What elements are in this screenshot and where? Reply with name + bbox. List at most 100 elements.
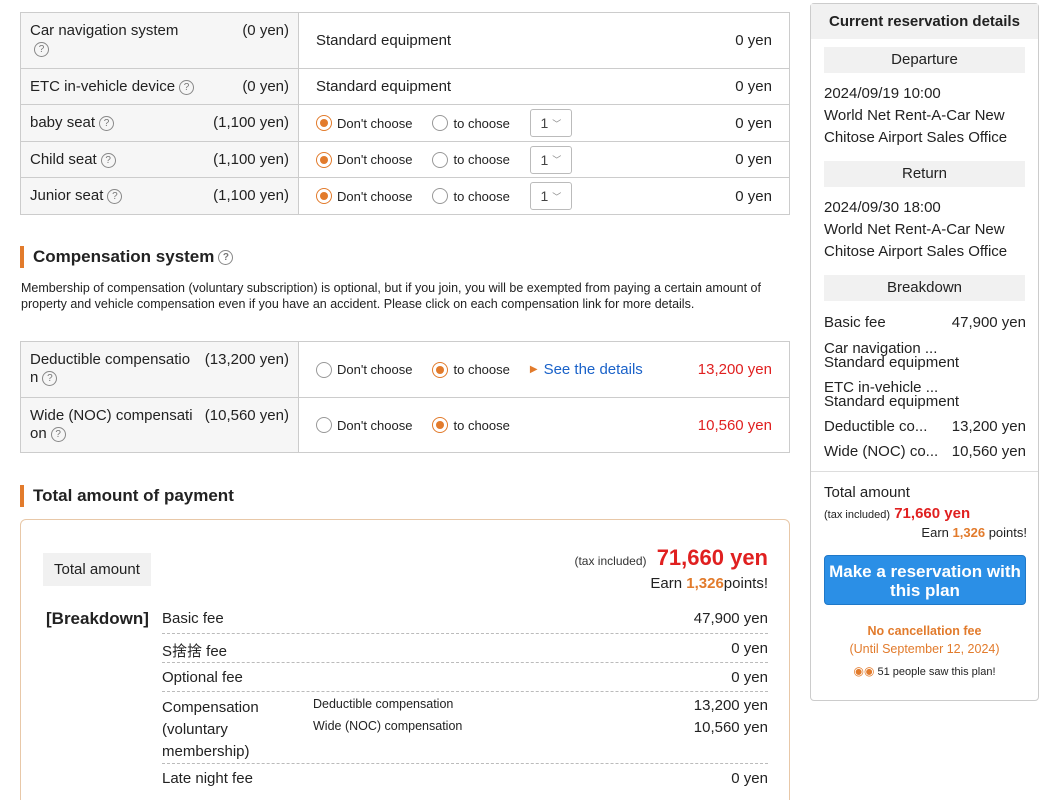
help-icon[interactable]: ? — [218, 250, 234, 266]
quantity-select[interactable]: 1 ﹀ — [529, 109, 572, 137]
payment-heading: Total amount of payment — [20, 485, 234, 507]
option-amount: 0 yen — [735, 187, 772, 205]
radio-dot-icon — [316, 417, 332, 433]
chevron-down-icon: ﹀ — [552, 191, 562, 202]
total-amount-label: Total amount — [43, 553, 151, 586]
return-place: World Net Rent-A-Car New Chitose Airport… — [824, 221, 1008, 260]
option-row-junior-seat: Junior seat? (1,100 yen) Don't choose to… — [21, 178, 789, 214]
option-amount: 0 yen — [735, 78, 772, 95]
option-price: (1,100 yen) — [213, 151, 289, 168]
radio-to-choose[interactable]: to choose — [432, 151, 510, 168]
payment-total: (tax included) 71,660 yen — [574, 545, 768, 570]
help-icon[interactable]: ? — [107, 188, 123, 204]
radio-dot-icon — [316, 188, 332, 204]
compensation-amount: 10,560 yen — [697, 416, 772, 434]
payment-total-amount: 71,660 yen — [656, 545, 768, 570]
option-price: (0 yen) — [242, 78, 289, 95]
option-price: (1,100 yen) — [213, 114, 289, 131]
compensation-heading: Compensation system? — [20, 246, 234, 268]
quantity-select[interactable]: 1 ﹀ — [529, 145, 572, 174]
help-icon[interactable]: ? — [42, 370, 58, 386]
option-row-etc: ETC in-vehicle device? (0 yen) Standard … — [21, 69, 789, 105]
quantity-select[interactable]: 1 ﹀ — [529, 182, 572, 210]
radio-dont-choose[interactable]: Don't choose — [316, 115, 412, 131]
sidebar-nav-value: Standard equipment — [824, 354, 960, 371]
payment-points: Earn 1,326points! — [650, 575, 768, 592]
sidebar-basic-fee: Basic fee 47,900 yen — [824, 314, 1026, 331]
sidebar-total: (tax included) 71,660 yen — [824, 505, 971, 522]
payment-box: Total amount (tax included) 71,660 yen E… — [20, 519, 790, 800]
option-name: baby seat — [30, 114, 96, 131]
compensation-description: Membership of compensation (voluntary su… — [21, 281, 761, 311]
triangle-right-icon: ▶ — [529, 364, 538, 375]
sidebar-deductible-fee: Deductible co... 13,200 yen — [824, 418, 1026, 435]
compensation-price: (10,560 yen) — [204, 407, 289, 424]
sidebar-points: Earn 1,326 points! — [921, 525, 1027, 540]
radio-to-choose[interactable]: to choose — [432, 361, 510, 378]
radio-dot-icon — [316, 361, 332, 378]
radio-dont-choose[interactable]: Don't choose — [316, 361, 412, 378]
help-icon[interactable]: ? — [50, 426, 66, 442]
option-amount: 0 yen — [735, 151, 772, 168]
departure-label: Departure — [824, 47, 1025, 73]
reservation-sidebar: Current reservation details Departure 20… — [810, 3, 1039, 701]
option-name: Car navigation system — [30, 22, 179, 39]
radio-dot-icon — [316, 151, 332, 168]
option-value: Standard equipment — [316, 32, 452, 49]
departure-date: 2024/09/19 10:00 — [824, 85, 941, 102]
radio-to-choose[interactable]: to choose — [432, 115, 510, 131]
radio-dot-icon — [316, 115, 332, 131]
breakdown-row: S捨捨 fee 0 yen — [162, 640, 768, 663]
radio-to-choose[interactable]: to choose — [432, 417, 510, 433]
radio-to-choose[interactable]: to choose — [432, 188, 510, 204]
sidebar-total-label: Total amount — [824, 484, 910, 501]
breakdown-row: Late night fee 0 yen — [162, 770, 768, 787]
return-label: Return — [824, 161, 1025, 187]
option-name: ETC in-vehicle device — [30, 78, 176, 95]
option-value: Standard equipment — [316, 78, 452, 95]
radio-dot-icon — [432, 188, 449, 204]
help-icon[interactable]: ? — [179, 79, 195, 95]
help-icon[interactable]: ? — [34, 41, 49, 57]
options-table: Car navigation system? (0 yen) Standard … — [20, 12, 790, 215]
return-date: 2024/09/30 18:00 — [824, 199, 941, 216]
radio-dont-choose[interactable]: Don't choose — [316, 188, 412, 204]
option-name: Junior seat — [30, 187, 104, 204]
radio-dont-choose[interactable]: Don't choose — [316, 417, 412, 433]
compensation-row-deductible: Deductible compensatio n? (13,200 yen) D… — [21, 342, 789, 398]
sidebar-noc-fee: Wide (NOC) co... 10,560 yen — [824, 443, 1026, 460]
breakdown-row: Basic fee 47,900 yen — [162, 610, 768, 634]
option-price: (1,100 yen) — [213, 187, 289, 204]
breakdown-row: Optional fee 0 yen — [162, 669, 768, 692]
see-details-link[interactable]: ▶ See the details — [530, 361, 643, 378]
until-date-text: (Until September 12, 2024) — [849, 642, 1000, 656]
radio-dont-choose[interactable]: Don't choose — [316, 151, 412, 168]
chevron-down-icon: ﹀ — [552, 155, 562, 165]
make-reservation-button[interactable]: Make a reservation with this plan — [824, 555, 1026, 605]
compensation-row-noc: Wide (NOC) compensati on? (10,560 yen) D… — [21, 398, 789, 452]
option-row-car-nav: Car navigation system? (0 yen) Standard … — [21, 13, 789, 69]
sidebar-etc-value: Standard equipment — [824, 393, 960, 410]
compensation-amount: 13,200 yen — [697, 361, 772, 378]
option-amount: 0 yen — [735, 32, 772, 49]
option-row-baby-seat: baby seat? (1,100 yen) Don't choose to c… — [21, 105, 789, 142]
chevron-down-icon: ﹀ — [552, 118, 562, 129]
no-cancellation-text: No cancellation fee — [867, 624, 982, 638]
radio-dot-icon — [432, 115, 449, 131]
help-icon[interactable]: ? — [99, 115, 115, 131]
compensation-price: (13,200 yen) — [204, 351, 289, 368]
sidebar-total-amount: 71,660 yen — [894, 505, 971, 522]
eyes-icon: ◉◉ — [853, 664, 875, 678]
viewers-text: ◉◉ 51 people saw this plan! — [853, 664, 996, 678]
sidebar-divider — [811, 471, 1038, 472]
breakdown-row-compensation: Compensation (voluntary membership) Dedu… — [162, 697, 768, 764]
departure-place: World Net Rent-A-Car New Chitose Airport… — [824, 107, 1008, 146]
breakdown-label: Breakdown — [824, 275, 1025, 301]
option-amount: 0 yen — [735, 114, 772, 132]
option-price: (0 yen) — [242, 22, 289, 39]
breakdown-title: [Breakdown] — [46, 609, 149, 628]
sidebar-title: Current reservation details — [811, 4, 1038, 39]
help-icon[interactable]: ? — [100, 152, 116, 168]
option-row-child-seat: Child seat? (1,100 yen) Don't choose to … — [21, 142, 789, 178]
radio-dot-icon — [432, 417, 449, 433]
